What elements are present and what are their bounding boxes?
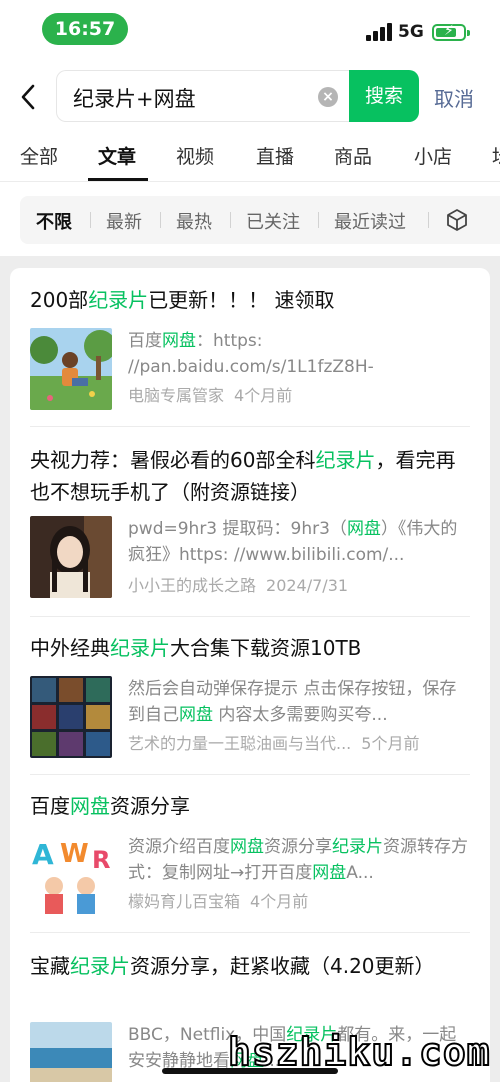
article-item[interactable]: 200部纪录片已更新！！！ 速领取 百度网盘：https: //pan.baid… [30, 284, 470, 414]
article-title[interactable]: 中外经典纪录片大合集下载资源10TB [30, 632, 470, 664]
divider [30, 426, 470, 427]
tab-shops[interactable]: 小店 [414, 142, 452, 169]
filter-divider [318, 212, 319, 228]
home-indicator [162, 1068, 338, 1074]
article-snippet: 百度网盘：https: //pan.baidu.com/s/1L1fzZ8H-p… [128, 331, 374, 377]
status-time: 16:57 [42, 13, 128, 45]
article-meta: 檬妈育儿百宝箱 4个月前 [128, 888, 308, 912]
article-time: 4个月前 [234, 386, 293, 405]
tab-articles[interactable]: 文章 [98, 142, 136, 169]
tab-all[interactable]: 全部 [20, 142, 58, 169]
article-title[interactable]: 央视力荐：暑假必看的60部全科纪录片，看完再也不想玩手机了（附资源链接） [30, 444, 470, 508]
divider [30, 616, 470, 617]
status-bar: 16:57 5G ⚡ [0, 0, 500, 60]
tab-videos[interactable]: 视频 [176, 142, 214, 169]
filter-bar: 不限 最新 最热 已关注 最近读过 [20, 196, 500, 244]
divider [30, 774, 470, 775]
article-title[interactable]: 200部纪录片已更新！！！ 速领取 [30, 284, 470, 316]
cube-icon[interactable] [445, 208, 469, 232]
tab-live[interactable]: 直播 [256, 142, 294, 169]
article-source: 电脑专属管家 [128, 386, 225, 405]
article-meta: 艺术的力量一王聪油画与当代... 5个月前 [128, 730, 419, 754]
article-item[interactable]: 央视力荐：暑假必看的60部全科纪录片，看完再也不想玩手机了（附资源链接） pwd… [30, 444, 470, 604]
search-query[interactable]: 纪录片+网盘 [73, 83, 196, 113]
svg-text:W: W [60, 839, 89, 869]
divider [30, 932, 470, 933]
article-snippet: 然后会自动弹保存提示 点击保存按钮，保存到自己网盘 内容太多需要购买夸... [128, 679, 457, 725]
article-thumbnail [30, 1022, 112, 1082]
filter-divider [428, 212, 429, 228]
clear-icon[interactable]: × [318, 87, 338, 107]
article-title[interactable]: 百度网盘资源分享 [30, 790, 470, 822]
article-source: 檬妈育儿百宝箱 [128, 892, 241, 911]
search-row: 纪录片+网盘 × 搜索 取消 [0, 70, 500, 124]
results-list: 200部纪录片已更新！！！ 速领取 百度网盘：https: //pan.baid… [10, 268, 490, 1082]
filter-divider [90, 212, 91, 228]
article-source: 艺术的力量一王聪油画与当代... [128, 734, 352, 753]
filter-hottest[interactable]: 最热 [176, 208, 212, 234]
article-snippet: pwd=9hr3 提取码：9hr3（网盘）《伟大的疯狂》https: //www… [128, 519, 458, 565]
filter-divider [160, 212, 161, 228]
signal-icon [366, 23, 392, 41]
article-time: 4个月前 [250, 892, 309, 911]
filter-any[interactable]: 不限 [36, 208, 72, 234]
article-source: 小小王的成长之路 [128, 576, 257, 595]
search-input[interactable]: 纪录片+网盘 × [56, 70, 350, 122]
article-time: 5个月前 [361, 734, 420, 753]
category-tabs: 全部 文章 视频 直播 商品 小店 坛 [0, 132, 500, 182]
article-snippet: 资源介绍百度网盘资源分享纪录片资源转存方式：复制网址→打开百度网盘A... [128, 837, 468, 883]
article-thumbnail [30, 516, 112, 598]
article-item[interactable]: 百度网盘资源分享 A W R 资源介绍百度网盘资源分享纪录片资源转存方式：复制网… [30, 790, 470, 920]
filter-divider [230, 212, 231, 228]
article-item[interactable]: 中外经典纪录片大合集下载资源10TB 然后会自动弹保存提示 点击保存按钮，保存到… [30, 632, 470, 762]
filter-followed[interactable]: 已关注 [246, 208, 300, 234]
article-meta: 电脑专属管家 4个月前 [128, 382, 292, 406]
filter-recently-read[interactable]: 最近读过 [334, 208, 406, 234]
article-time: 2024/7/31 [266, 576, 349, 595]
cancel-button[interactable]: 取消 [434, 83, 474, 112]
article-title[interactable]: 宝藏纪录片资源分享，赶紧收藏（4.20更新） [30, 950, 470, 982]
tab-forum[interactable]: 坛 [492, 142, 500, 169]
network-label: 5G [398, 22, 424, 42]
article-meta: 小小王的成长之路 2024/7/31 [128, 572, 348, 596]
tab-products[interactable]: 商品 [334, 142, 372, 169]
article-thumbnail: A W R [30, 834, 112, 916]
search-button[interactable]: 搜索 [349, 70, 419, 122]
back-chevron-icon[interactable] [14, 80, 44, 114]
article-thumbnail [30, 328, 112, 410]
svg-text:R: R [92, 846, 110, 874]
article-thumbnail [30, 676, 112, 758]
filter-newest[interactable]: 最新 [106, 208, 142, 234]
battery-icon: ⚡ [432, 23, 470, 41]
svg-text:A: A [32, 838, 54, 871]
active-tab-indicator [88, 178, 148, 181]
